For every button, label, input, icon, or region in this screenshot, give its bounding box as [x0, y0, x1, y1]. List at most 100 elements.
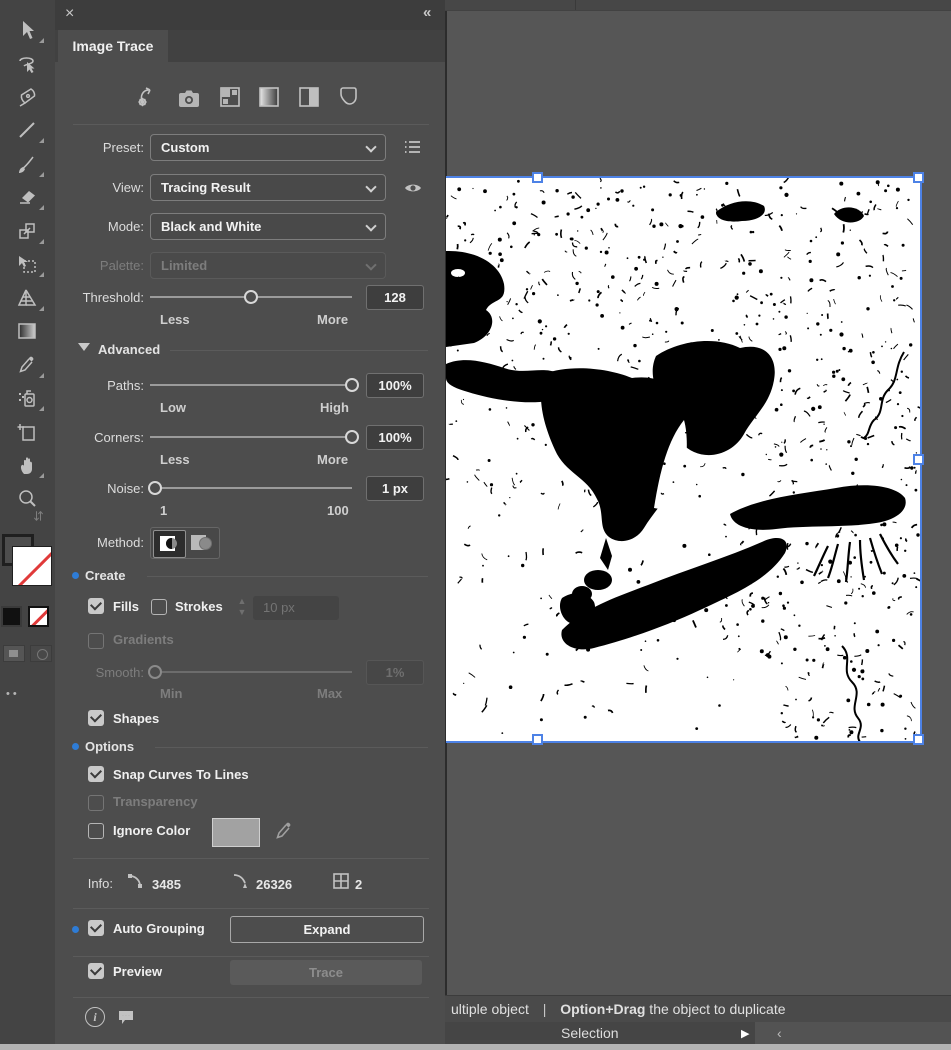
perspective-grid-tool[interactable]: [8, 283, 46, 313]
options-section-label: Options: [85, 739, 134, 754]
symbol-sprayer-tool[interactable]: [8, 383, 46, 413]
outline-icon[interactable]: [336, 84, 362, 115]
corners-value[interactable]: 100%: [366, 425, 424, 450]
selection-handle-bottom-right[interactable]: [913, 734, 924, 745]
shapes-label: Shapes: [113, 711, 159, 726]
none-swatch[interactable]: [28, 606, 49, 627]
auto-grouping-checkbox[interactable]: [88, 920, 104, 936]
info-icon[interactable]: i: [85, 1007, 105, 1027]
strokes-stepper: ▲▼: [233, 596, 251, 620]
threshold-max-label: More: [317, 312, 348, 327]
noise-max-label: 100: [327, 503, 349, 518]
paths-slider[interactable]: [150, 384, 352, 386]
snap-curves-label: Snap Curves To Lines: [113, 767, 249, 782]
eyedropper-icon[interactable]: [273, 820, 295, 847]
hand-tool[interactable]: [8, 450, 46, 480]
line-segment-tool[interactable]: [8, 115, 46, 145]
mode-value: Black and White: [161, 219, 261, 234]
tab-image-trace[interactable]: Image Trace: [58, 30, 168, 62]
toolbar-overflow-dots[interactable]: ••: [6, 688, 20, 700]
paths-max-label: High: [320, 400, 349, 415]
collapse-panel-icon[interactable]: «: [423, 4, 431, 21]
feedback-bubble-icon[interactable]: [115, 1006, 137, 1033]
paths-count: 3485: [152, 877, 181, 892]
transparency-checkbox: [88, 795, 104, 811]
collapse-left-icon[interactable]: ‹: [777, 1022, 782, 1044]
selection-handle-top-right[interactable]: [913, 172, 924, 183]
chevron-down-icon: [367, 222, 375, 230]
eye-icon[interactable]: [402, 177, 424, 204]
expand-button[interactable]: Expand: [230, 916, 424, 943]
anchors-count-icon: [230, 870, 252, 897]
ignore-color-swatch[interactable]: [212, 818, 260, 847]
fill-swatch-none[interactable]: [12, 546, 52, 586]
image-trace-panel: × « Image Trace Preset: Custom View: Tra…: [55, 0, 447, 1044]
threshold-slider-thumb[interactable]: [244, 290, 258, 304]
scale-tool[interactable]: [8, 216, 46, 246]
ignore-color-checkbox[interactable]: [88, 823, 104, 839]
grayscale-icon[interactable]: [256, 84, 282, 115]
divider: [73, 908, 429, 909]
preset-dropdown[interactable]: Custom: [150, 134, 386, 161]
lasso-tool[interactable]: [8, 48, 46, 78]
advanced-section-label[interactable]: Advanced: [98, 342, 160, 357]
noise-value[interactable]: 1 px: [366, 476, 424, 501]
gradient-tool[interactable]: [8, 316, 46, 346]
method-abutting-button[interactable]: [153, 530, 186, 558]
free-transform-tool[interactable]: [8, 249, 46, 279]
shapes-checkbox[interactable]: [88, 710, 104, 726]
eyedropper-tool[interactable]: [8, 350, 46, 380]
options-modified-dot: [72, 743, 79, 750]
palette-label: Palette:: [58, 258, 144, 273]
mode-dropdown[interactable]: Black and White: [150, 213, 386, 240]
preview-checkbox[interactable]: [88, 963, 104, 979]
chevron-down-icon: [367, 261, 375, 269]
low-color-icon[interactable]: [217, 84, 243, 115]
fills-checkbox[interactable]: [88, 598, 104, 614]
color-swatch-black[interactable]: [1, 606, 22, 627]
draw-behind-button[interactable]: [30, 645, 52, 662]
view-dropdown[interactable]: Tracing Result: [150, 174, 386, 201]
snap-curves-checkbox[interactable]: [88, 766, 104, 782]
auto-grouping-label: Auto Grouping: [113, 921, 205, 936]
paths-slider-thumb[interactable]: [345, 378, 359, 392]
eraser-tool[interactable]: [8, 182, 46, 212]
paths-value[interactable]: 100%: [366, 373, 424, 398]
corners-slider-thumb[interactable]: [345, 430, 359, 444]
window-bottom-edge: [0, 1044, 951, 1050]
selection-handle-right[interactable]: [913, 454, 924, 465]
threshold-label: Threshold:: [58, 290, 144, 305]
pen-tool[interactable]: [8, 82, 46, 112]
method-overlapping-button[interactable]: [186, 530, 217, 556]
preset-menu-icon[interactable]: [401, 136, 423, 163]
noise-slider-thumb[interactable]: [148, 481, 162, 495]
advanced-collapse-icon[interactable]: [78, 343, 90, 351]
corners-max-label: More: [317, 452, 348, 467]
auto-color-icon[interactable]: [135, 84, 161, 115]
artboard-tool[interactable]: [8, 417, 46, 447]
paintbrush-tool[interactable]: [8, 149, 46, 179]
strokes-checkbox[interactable]: [151, 599, 167, 615]
artboard-traced-image[interactable]: [446, 176, 922, 743]
view-label: View:: [58, 180, 144, 195]
palette-dropdown: Limited: [150, 252, 386, 279]
zoom-tool[interactable]: [8, 484, 46, 514]
threshold-slider[interactable]: [150, 296, 352, 298]
play-arrow-icon[interactable]: ▶: [741, 1023, 749, 1045]
high-color-icon[interactable]: [176, 86, 202, 117]
selection-handle-bottom[interactable]: [532, 734, 543, 745]
black-and-white-icon[interactable]: [296, 84, 322, 115]
preset-value: Custom: [161, 140, 209, 155]
selection-tool[interactable]: [8, 15, 46, 45]
smooth-label: Smooth:: [58, 665, 144, 680]
threshold-value[interactable]: 128: [366, 285, 424, 310]
status-bar-right-panel: ‹: [755, 1022, 951, 1044]
corners-slider[interactable]: [150, 436, 352, 438]
draw-normal-button[interactable]: [3, 645, 25, 662]
swap-fill-stroke-icon[interactable]: ⇆: [30, 511, 46, 522]
info-label: Info:: [27, 876, 113, 891]
close-panel-icon[interactable]: ×: [65, 5, 74, 23]
noise-slider[interactable]: [150, 487, 352, 489]
status-bar: Selection ▶ ‹: [445, 1022, 951, 1044]
selection-handle-top[interactable]: [532, 172, 543, 183]
